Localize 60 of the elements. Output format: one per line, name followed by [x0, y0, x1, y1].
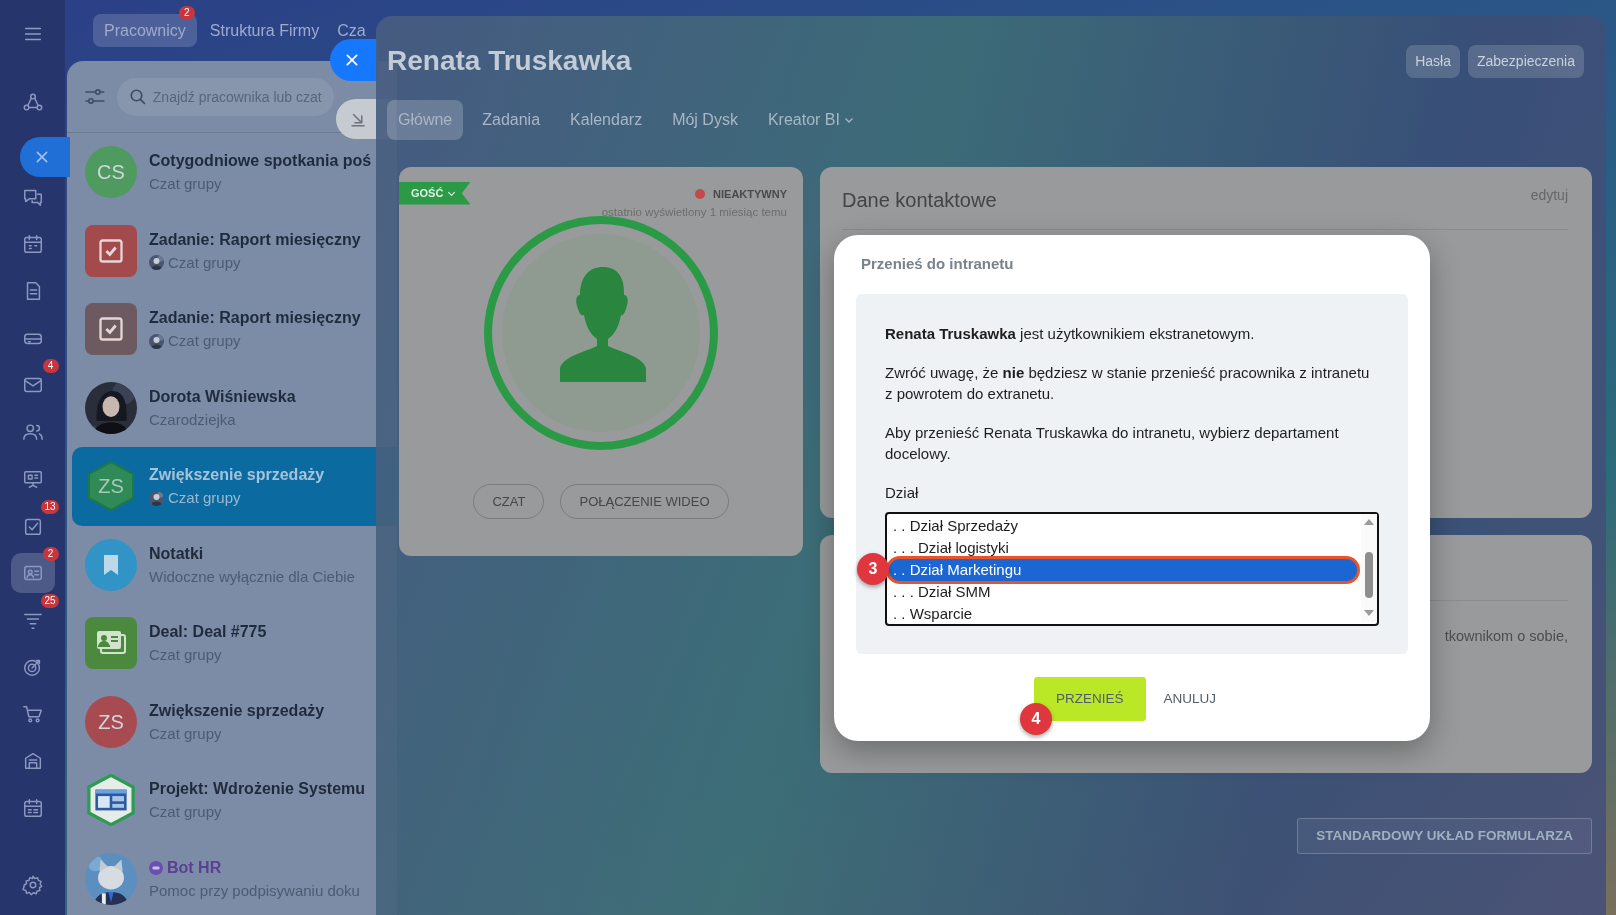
dialog-text: Renata Truskawka jest użytkownikiem ekstranetowym.: [885, 323, 1256, 344]
chat-title: Zwiększenie sprzedaży: [149, 700, 325, 721]
people-icon[interactable]: [21, 421, 44, 443]
nav-tab[interactable]: Cza: [332, 19, 371, 42]
avatar: ZS: [85, 695, 137, 748]
nav-tab[interactable]: Struktura Firmy: [204, 19, 325, 42]
status-dot: [695, 189, 706, 200]
calendar-icon[interactable]: [21, 233, 44, 255]
list-option[interactable]: . . . Dział logistyki: [889, 536, 1357, 559]
about-text: tkownikom o sobie,: [1444, 627, 1568, 646]
profile-tab[interactable]: Mój Dysk: [661, 100, 749, 140]
chat-title: Deal: Deal #775: [149, 622, 267, 642]
settings-icon: [21, 874, 44, 896]
chat-title: Cotygodniowe spotkania poś: [149, 151, 372, 171]
calendar-list-icon[interactable]: [21, 797, 44, 819]
list-option[interactable]: . . Dział Sprzedaży: [889, 514, 1357, 537]
chat-title: Zadanie: Raport miesięczny: [149, 229, 361, 250]
chat-subtitle: Czat grupy: [168, 488, 241, 508]
form-layout-button[interactable]: STANDARDOWY UKŁAD FORMULARZA: [1297, 818, 1592, 854]
profile-tab[interactable]: Kreator BI: [756, 100, 865, 140]
profile-title: Renata Truskawka: [387, 44, 632, 78]
header-button[interactable]: Zabezpieczenia: [1467, 44, 1584, 78]
dialog-title: Przenieś do intranetu: [860, 254, 1015, 274]
chat-title: Dorota Wiśniewska: [149, 386, 296, 407]
chat-title: Projekt: Wdrożenie Systemu: [149, 779, 366, 799]
status-label: NIEAKTYWNY: [713, 187, 787, 202]
count-badge: 13: [41, 500, 59, 514]
close-button[interactable]: [330, 39, 378, 81]
chat-title: Zadanie: Raport miesięczny: [149, 308, 361, 328]
field-label: Dział: [885, 483, 920, 504]
list-option[interactable]: . . . Dział SMM: [889, 580, 1357, 603]
header-button[interactable]: Hasła: [1406, 44, 1460, 78]
avatar: ZS: [85, 460, 137, 513]
dialog-text: Aby przenieść Renata Truskawka do intranetu, wybierz departament docelowy.: [885, 423, 1340, 464]
count-badge: 4: [42, 359, 59, 373]
step-marker: 3: [857, 552, 889, 585]
count-badge: 25: [41, 594, 59, 608]
profile-tab[interactable]: Kalendarz: [559, 100, 654, 140]
count-badge: 2: [42, 547, 59, 561]
avatar: CS: [85, 146, 137, 199]
profile-tab[interactable]: Zadania: [471, 100, 552, 140]
chat-title: Bot HR: [167, 857, 222, 878]
list-option[interactable]: . . Wsparcie: [889, 602, 1357, 625]
nodes-icon[interactable]: [21, 92, 44, 114]
list-option[interactable]: . . Dział Marketingu: [889, 558, 1357, 581]
role-tag[interactable]: GOŚĆ: [399, 182, 471, 205]
chat-title: Notatki: [149, 543, 204, 564]
cart-icon[interactable]: [21, 703, 44, 725]
chat-title: Zwiększenie sprzedaży: [149, 465, 325, 485]
dialog-text: Zwróć uwagę, że nie będziesz w stanie przenieść pracownika z intranetu z powrotem do extranetu.: [885, 363, 1371, 404]
search-icon: [128, 87, 147, 106]
card-title: Dane kontaktowe: [842, 188, 997, 213]
close-button[interactable]: [20, 137, 70, 177]
scrollbar[interactable]: [1361, 513, 1377, 622]
step-marker: 4: [1020, 702, 1052, 735]
presentation-icon[interactable]: [21, 468, 44, 490]
close-icon: [34, 149, 50, 165]
cancel-button[interactable]: ANULUJ: [1149, 676, 1230, 721]
close-icon: [344, 52, 360, 68]
count-badge: 2: [178, 5, 195, 20]
